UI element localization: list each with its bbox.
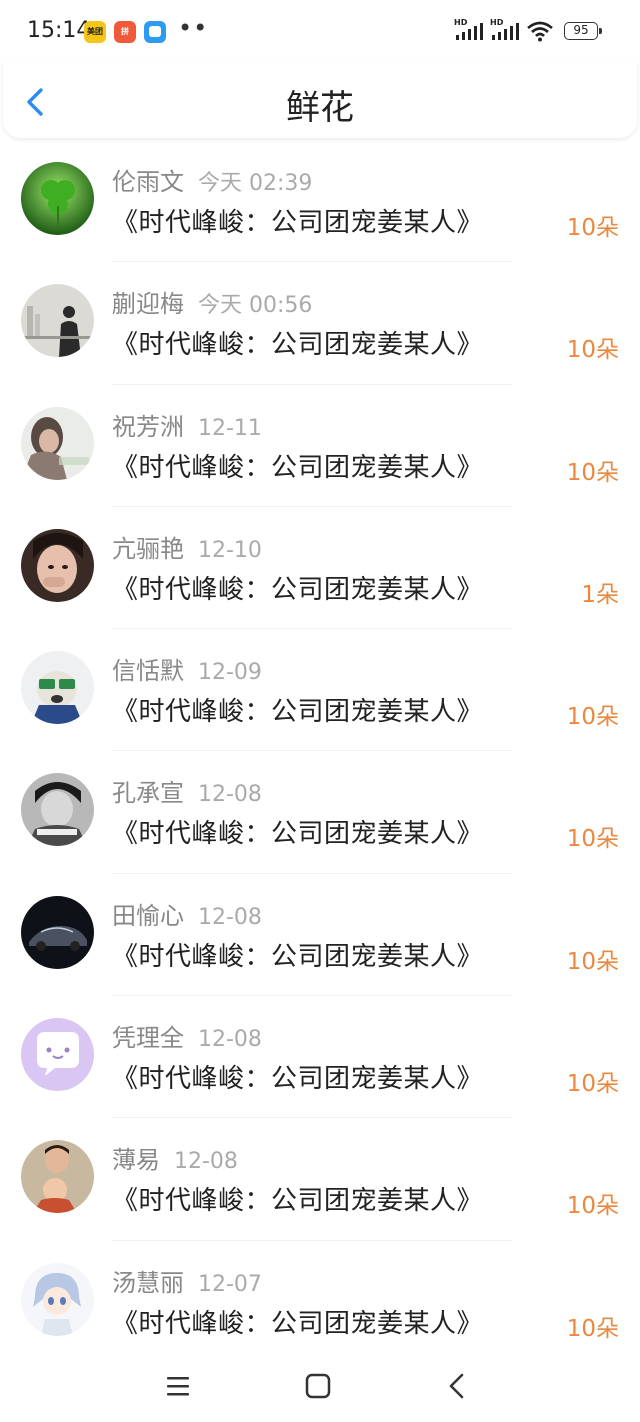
flower-count: 10朵 (566, 337, 619, 364)
gift-time: 12-08 (198, 782, 262, 808)
home-button[interactable] (298, 1368, 338, 1404)
book-title: 《时代峰峻：公司团宠姜某人》 (112, 452, 484, 483)
sender-name: 祝芳洲 12-11 (112, 412, 262, 441)
book-title: 《时代峰峻：公司团宠姜某人》 (112, 1308, 484, 1339)
sender-name: 伦雨文 今天 02:39 (112, 168, 313, 196)
gift-time: 12-08 (198, 1027, 262, 1053)
flower-count: 10朵 (566, 1071, 619, 1098)
sender-name: 薄易 12-08 (112, 1146, 238, 1175)
book-title: 《时代峰峻：公司团宠姜某人》 (112, 941, 484, 972)
sender-name: 信恬默 12-09 (112, 657, 262, 686)
avatar[interactable] (21, 1018, 94, 1092)
gift-time: 12-08 (174, 1149, 238, 1175)
avatar[interactable] (21, 1140, 94, 1214)
sender-name: 凭理全 12-08 (112, 1024, 262, 1053)
status-time: 15:14 (27, 18, 91, 43)
menu-icon (167, 1377, 189, 1396)
book-title: 《时代峰峻：公司团宠姜某人》 (112, 330, 484, 361)
list-item[interactable]: 祝芳洲 12-11 《时代峰峻：公司团宠姜某人》 10朵 (0, 385, 640, 507)
more-notifications-icon: •• (178, 14, 209, 42)
avatar[interactable] (21, 773, 94, 847)
avatar[interactable] (21, 162, 94, 235)
list-item[interactable]: 伦雨文 今天 02:39 《时代峰峻：公司团宠姜某人》 10朵 (0, 140, 640, 263)
list-item[interactable]: 信恬默 12-09 《时代峰峻：公司团宠姜某人》 10朵 (0, 629, 640, 752)
book-title: 《时代峰峻：公司团宠姜某人》 (112, 208, 484, 238)
app-header: 鲜花 (3, 62, 637, 138)
avatar[interactable] (21, 284, 94, 358)
wifi-icon (526, 20, 554, 42)
avatar[interactable] (21, 651, 94, 725)
book-title: 《时代峰峻：公司团宠姜某人》 (112, 1064, 484, 1095)
avatar[interactable] (21, 406, 94, 480)
list-item[interactable]: 蒯迎梅 今天 00:56 《时代峰峻：公司团宠姜某人》 10朵 (0, 262, 640, 385)
flower-count: 10朵 (566, 826, 619, 853)
avatar[interactable] (21, 1262, 94, 1336)
gift-time: 12-11 (198, 415, 262, 441)
book-title: 《时代峰峻：公司团宠姜某人》 (112, 574, 484, 605)
gift-time: 今天 02:39 (198, 171, 313, 196)
sender-name: 田愉心 12-08 (112, 901, 262, 930)
gift-time: 今天 00:56 (198, 293, 313, 319)
list-item[interactable]: 孔承宣 12-08 《时代峰峻：公司团宠姜某人》 10朵 (0, 751, 640, 874)
chat-app-icon (144, 21, 166, 43)
back-triangle-icon (449, 1373, 464, 1399)
menu-button[interactable] (158, 1368, 198, 1404)
gift-time: 12-09 (198, 660, 262, 686)
flower-gift-list: 伦雨文 今天 02:39 《时代峰峻：公司团宠姜某人》 10朵 蒯迎梅 今天 00:… (0, 140, 640, 1363)
flower-count: 1朵 (581, 581, 619, 608)
page-title: 鲜花 (286, 88, 354, 128)
book-title: 《时代峰峻：公司团宠姜某人》 (112, 819, 484, 850)
list-item[interactable]: 薄易 12-08 《时代峰峻：公司团宠姜某人》 10朵 (0, 1118, 640, 1241)
gift-time: 12-07 (198, 1271, 262, 1297)
signal-1-icon: HD (454, 18, 486, 42)
book-title: 《时代峰峻：公司团宠姜某人》 (112, 1186, 484, 1217)
sender-name: 汤慧丽 12-07 (112, 1268, 262, 1297)
avatar[interactable] (21, 528, 94, 602)
sender-name: 亢骊艳 12-10 (112, 534, 262, 563)
list-item[interactable]: 汤慧丽 12-07 《时代峰峻：公司团宠姜某人》 10朵 (0, 1241, 640, 1363)
home-square-icon (305, 1373, 331, 1399)
flower-count: 10朵 (566, 1315, 619, 1342)
flower-count: 10朵 (566, 459, 619, 486)
list-item[interactable]: 亢骊艳 12-10 《时代峰峻：公司团宠姜某人》 1朵 (0, 507, 640, 630)
status-bar: 15:14 美团 拼 •• HD HD 95 (0, 0, 640, 62)
flower-count: 10朵 (566, 1193, 619, 1220)
book-title: 《时代峰峻：公司团宠姜某人》 (112, 697, 484, 728)
shop-icon: 拼 (114, 21, 136, 43)
meituan-icon: 美团 (84, 21, 106, 43)
sender-name: 孔承宣 12-08 (112, 779, 262, 808)
list-item[interactable]: 田愉心 12-08 《时代峰峻：公司团宠姜某人》 10朵 (0, 874, 640, 997)
system-back-button[interactable] (437, 1368, 477, 1404)
system-nav-bar (0, 1350, 640, 1422)
avatar[interactable] (21, 895, 94, 969)
gift-time: 12-10 (198, 537, 262, 563)
flower-count: 10朵 (566, 215, 619, 241)
signal-2-icon: HD (490, 18, 522, 42)
gift-time: 12-08 (198, 904, 262, 930)
sender-name: 蒯迎梅 今天 00:56 (112, 290, 313, 319)
battery-indicator: 95 (564, 22, 602, 40)
list-item[interactable]: 凭理全 12-08 《时代峰峻：公司团宠姜某人》 10朵 (0, 996, 640, 1119)
flower-count: 10朵 (566, 704, 619, 731)
flower-count: 10朵 (566, 948, 619, 975)
